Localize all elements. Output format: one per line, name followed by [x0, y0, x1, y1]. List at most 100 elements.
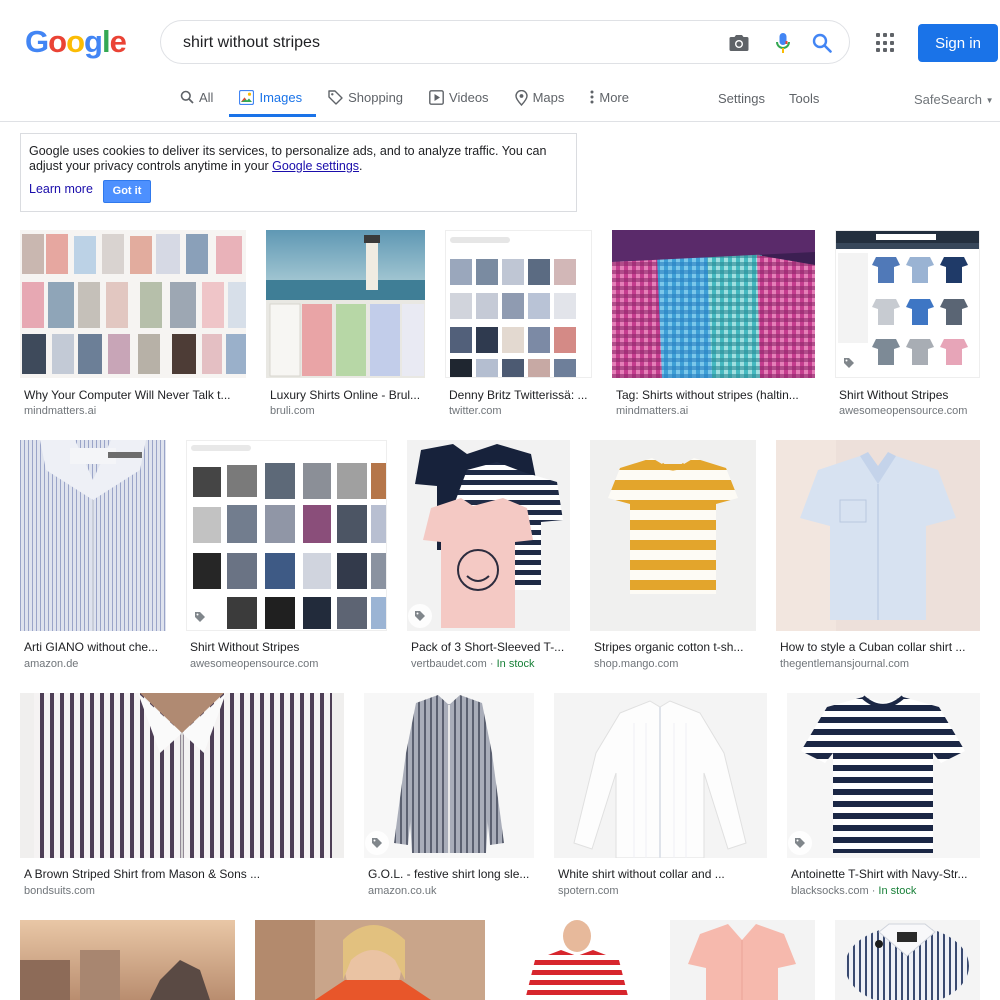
result-thumbnail[interactable] [20, 693, 344, 858]
result-source: spotern.com [558, 885, 619, 897]
tag-icon [328, 90, 343, 105]
result-title[interactable]: A Brown Striped Shirt from Mason & Sons … [24, 867, 342, 881]
result-title[interactable]: Pack of 3 Short-Sleeved T-... [411, 640, 567, 654]
result-thumbnail[interactable] [554, 693, 767, 858]
image-result[interactable]: Luxury Shirts Online - Brul... bruli.com [266, 230, 425, 420]
logo-letter: l [101, 24, 111, 59]
camera-icon[interactable] [728, 32, 750, 54]
tab-label: Shopping [348, 90, 404, 105]
separator: · [486, 658, 497, 670]
image-result[interactable] [835, 920, 980, 1000]
result-source: twitter.com [449, 405, 502, 417]
tools-link[interactable]: Tools [789, 91, 819, 106]
header: Google Sign in All Images Shopping [0, 0, 1000, 122]
search-icon [180, 90, 194, 104]
result-thumbnail[interactable] [407, 440, 570, 631]
result-title[interactable]: Shirt Without Stripes [190, 640, 384, 654]
tab-label: Maps [532, 90, 565, 105]
logo-letter: g [84, 24, 103, 59]
image-result[interactable]: How to style a Cuban collar shirt ... th… [776, 440, 980, 674]
image-result[interactable]: Why Your Computer Will Never Talk t... m… [20, 230, 246, 420]
result-thumbnail[interactable] [20, 440, 166, 631]
tab-images[interactable]: Images [229, 85, 316, 117]
image-result[interactable]: G.O.L. - festive shirt long sle... amazo… [364, 693, 534, 903]
result-title[interactable]: Stripes organic cotton t-sh... [594, 640, 752, 654]
tab-label: More [599, 90, 629, 105]
tab-all[interactable]: All [180, 85, 213, 117]
logo-letter: e [109, 24, 127, 59]
image-result[interactable]: Tag: Shirts without stripes (haltin... m… [612, 230, 815, 420]
apps-grid-icon[interactable] [876, 33, 896, 53]
result-title[interactable]: Arti GIANO without che... [24, 640, 162, 654]
result-source: thegentlemansjournal.com [780, 658, 910, 670]
result-thumbnail[interactable] [612, 230, 815, 378]
image-result[interactable]: Antoinette T-Shirt with Navy-Str... blac… [787, 693, 980, 903]
result-source: mindmatters.ai [616, 405, 689, 417]
tab-more[interactable]: More [590, 85, 629, 117]
image-result[interactable]: Pack of 3 Short-Sleeved T-... vertbaudet… [407, 440, 570, 674]
result-thumbnail[interactable] [20, 920, 235, 1000]
result-title[interactable]: White shirt without collar and ... [558, 867, 764, 881]
image-icon [239, 90, 255, 105]
safesearch-dropdown[interactable]: SafeSearch ▼ [914, 92, 993, 107]
image-result[interactable]: A Brown Striped Shirt from Mason & Sons … [20, 693, 344, 903]
result-source: amazon.de [24, 658, 79, 670]
result-title[interactable]: Luxury Shirts Online - Brul... [270, 388, 422, 402]
settings-link[interactable]: Settings [718, 91, 765, 106]
tab-label: Videos [449, 90, 489, 105]
image-result[interactable] [670, 920, 815, 1000]
image-result[interactable] [505, 920, 650, 1000]
image-result[interactable]: Stripes organic cotton t-sh... shop.mang… [590, 440, 756, 674]
search-tabs: All Images Shopping Videos Maps More [180, 85, 655, 122]
result-title[interactable]: Why Your Computer Will Never Talk t... [24, 388, 242, 402]
google-settings-link[interactable]: Google settings [272, 159, 359, 173]
search-input[interactable] [181, 31, 705, 55]
result-title[interactable]: How to style a Cuban collar shirt ... [780, 640, 976, 654]
result-thumbnail[interactable] [590, 440, 756, 631]
result-thumbnail[interactable] [776, 440, 980, 631]
tab-label: Images [259, 90, 303, 105]
result-title[interactable]: G.O.L. - festive shirt long sle... [368, 867, 530, 881]
google-logo[interactable]: Google [25, 24, 127, 60]
result-title[interactable]: Shirt Without Stripes [839, 388, 979, 402]
image-result[interactable]: Denny Britz Twitterissä: ... twitter.com [445, 230, 592, 420]
image-result[interactable]: Shirt Without Stripes awesomeopensource.… [835, 230, 980, 420]
result-thumbnail[interactable] [835, 230, 980, 378]
image-result[interactable] [255, 920, 485, 1000]
result-thumbnail[interactable] [266, 230, 425, 378]
chevron-down-icon: ▼ [985, 96, 994, 105]
result-source: vertbaudet.com [411, 658, 487, 670]
image-result[interactable]: White shirt without collar and ... spote… [554, 693, 767, 903]
learn-more-link[interactable]: Learn more [29, 182, 93, 197]
result-title[interactable]: Tag: Shirts without stripes (haltin... [616, 388, 812, 402]
result-thumbnail[interactable] [364, 693, 534, 858]
result-thumbnail[interactable] [505, 920, 650, 1000]
result-title[interactable]: Antoinette T-Shirt with Navy-Str... [791, 867, 977, 881]
result-source: amazon.co.uk [368, 885, 437, 897]
microphone-icon[interactable] [772, 32, 794, 54]
more-vert-icon [590, 90, 594, 104]
result-thumbnail[interactable] [835, 920, 980, 1000]
result-thumbnail[interactable] [787, 693, 980, 858]
result-title[interactable]: Denny Britz Twitterissä: ... [449, 388, 589, 402]
got-it-button[interactable]: Got it [103, 180, 151, 203]
cookie-notice: Google uses cookies to deliver its servi… [20, 133, 577, 212]
result-thumbnail[interactable] [186, 440, 387, 631]
tab-label: All [199, 90, 214, 105]
logo-letter: o [48, 24, 67, 59]
tab-shopping[interactable]: Shopping [328, 85, 403, 117]
tab-videos[interactable]: Videos [429, 85, 489, 117]
result-thumbnail[interactable] [670, 920, 815, 1000]
image-result[interactable] [20, 920, 235, 1000]
cookie-text-end: . [359, 159, 363, 173]
result-thumbnail[interactable] [445, 230, 592, 378]
safesearch-label: SafeSearch [914, 92, 982, 107]
tab-maps[interactable]: Maps [514, 85, 565, 117]
result-thumbnail[interactable] [255, 920, 485, 1000]
image-result[interactable]: Arti GIANO without che... amazon.de [20, 440, 166, 674]
sign-in-button[interactable]: Sign in [918, 24, 998, 62]
shopping-tag-icon [408, 604, 432, 628]
search-submit-icon[interactable] [811, 32, 833, 54]
image-result[interactable]: Shirt Without Stripes awesomeopensource.… [186, 440, 387, 674]
result-thumbnail[interactable] [20, 230, 246, 378]
